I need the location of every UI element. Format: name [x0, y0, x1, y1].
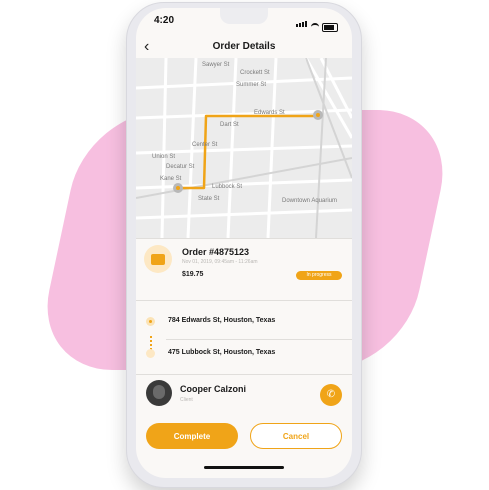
status-bar: 4:20	[136, 8, 352, 32]
notch	[220, 8, 268, 24]
client-role: Client	[180, 397, 193, 403]
map-label-edwards: Edwards St	[254, 110, 285, 116]
page-title: Order Details	[212, 41, 276, 52]
complete-button[interactable]: Complete	[146, 423, 238, 449]
map-label-sawyer: Sawyer St	[202, 62, 230, 68]
map-label-kane: Kane St	[160, 176, 182, 182]
status-time: 4:20	[154, 15, 175, 26]
route-map[interactable]: Crockett St Summer St Sawyer St Edwards …	[136, 58, 352, 238]
package-icon	[144, 245, 172, 273]
battery-icon	[322, 23, 338, 32]
wifi-icon	[311, 23, 319, 32]
dropoff-address: 475 Lubbock St, Houston, Texas	[168, 349, 276, 356]
divider	[166, 339, 352, 340]
order-price: $19.75	[182, 271, 204, 278]
map-label-crockett: Crockett St	[240, 70, 270, 76]
avatar	[146, 380, 172, 406]
pickup-address-row: 784 Edwards St, Houston, Texas	[136, 313, 352, 333]
order-title: Order #4875123	[182, 247, 250, 257]
map-label-lubbock: Lubbock St	[212, 184, 243, 190]
dropoff-dot-icon	[146, 349, 155, 358]
cancel-button[interactable]: Cancel	[250, 423, 342, 449]
order-summary: Order #4875123 Nov 01, 2019, 09:45am - 1…	[144, 243, 344, 293]
status-badge: In progress	[296, 271, 342, 280]
divider	[136, 238, 352, 239]
screen: 4:20 ‹ Order Details Crockett St Summer …	[136, 8, 352, 478]
map-label-union: Union St	[152, 154, 176, 160]
status-icons	[296, 14, 338, 32]
client-name: Cooper Calzoni	[180, 384, 247, 394]
map-label-dart: Dart St	[220, 122, 239, 128]
dropoff-address-row: 475 Lubbock St, Houston, Texas	[136, 345, 352, 365]
map-label-decatur: Decatur St	[166, 164, 195, 170]
map-label-state: State St	[198, 196, 220, 202]
map-label-aquarium: Downtown Aquarium	[282, 198, 338, 204]
phone-icon[interactable]: ✆	[320, 384, 342, 406]
divider	[136, 374, 352, 375]
order-datetime: Nov 01, 2019, 09:45am - 11:26am	[182, 259, 258, 265]
map-label-summer: Summer St	[236, 82, 267, 88]
map-label-center: Center St	[192, 142, 218, 148]
pickup-dot-icon	[146, 317, 155, 326]
pickup-address: 784 Edwards St, Houston, Texas	[168, 317, 276, 324]
home-indicator[interactable]	[204, 466, 284, 469]
divider	[136, 300, 352, 301]
signal-icon	[296, 14, 308, 32]
